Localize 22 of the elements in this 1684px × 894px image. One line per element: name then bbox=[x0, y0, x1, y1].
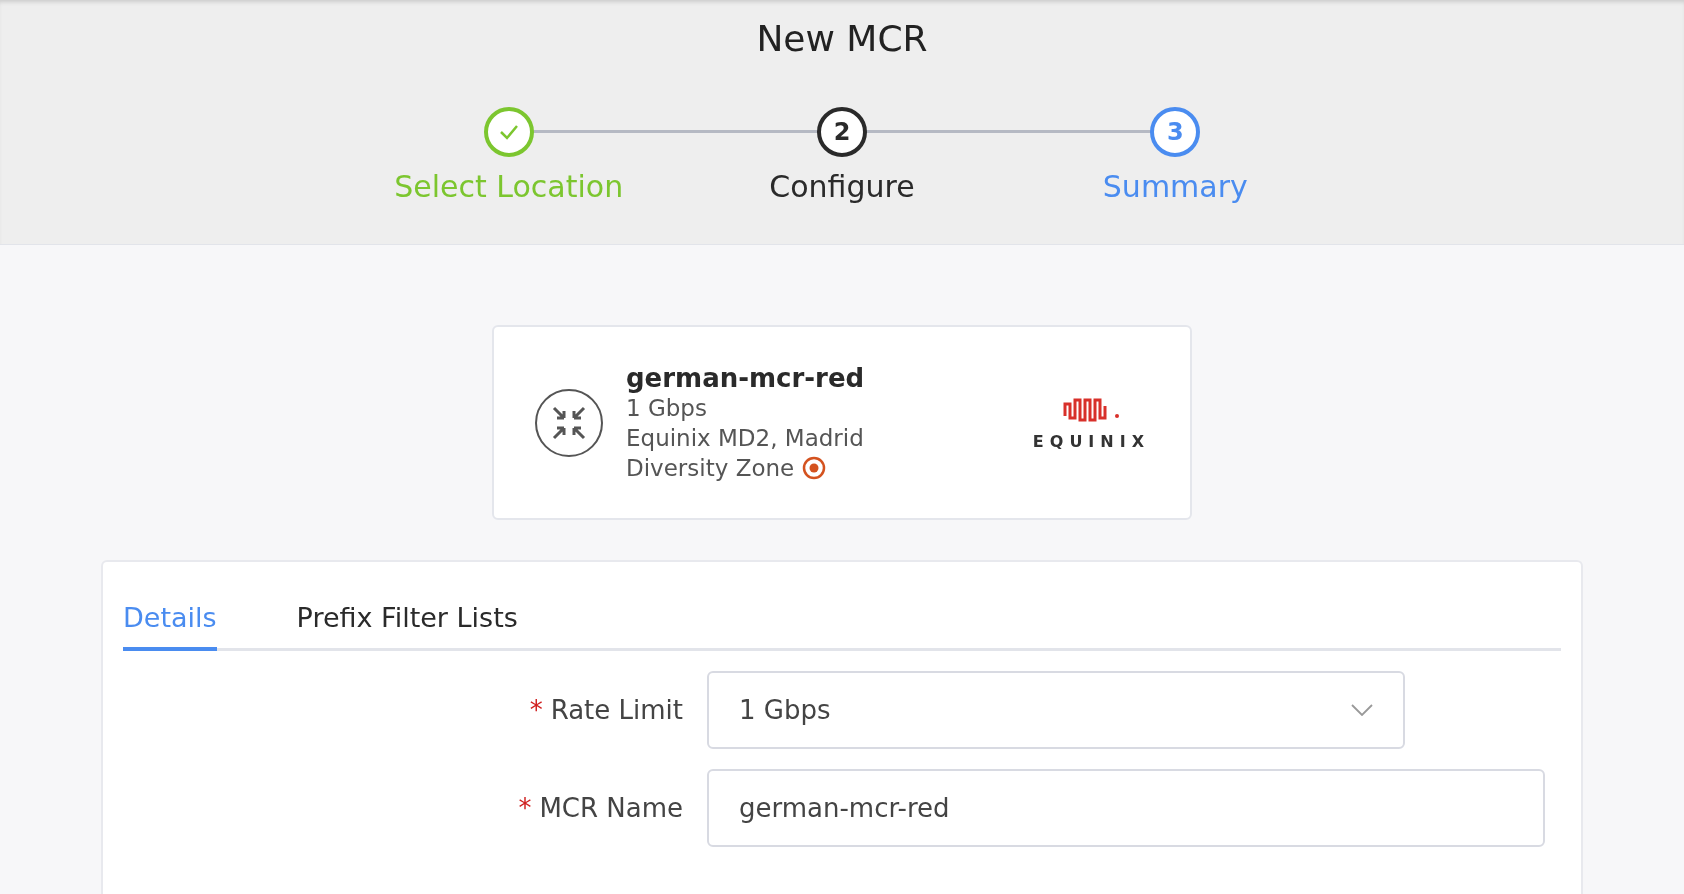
rate-limit-select[interactable]: 1 Gbps bbox=[707, 671, 1405, 749]
required-mark: * bbox=[529, 695, 543, 725]
step-number: 2 bbox=[817, 107, 867, 157]
port-speed: 1 Gbps bbox=[626, 393, 708, 423]
step-check-icon bbox=[483, 107, 534, 157]
field-label: Rate Limit bbox=[550, 695, 683, 725]
tab[interactable]: Prefix Filter Lists bbox=[296, 602, 518, 651]
diversity-zone-label: Diversity Zone bbox=[626, 453, 795, 483]
field-label: MCR Name bbox=[539, 793, 683, 823]
step-label: Configure bbox=[769, 169, 915, 204]
port-name: german-mcr-red bbox=[626, 362, 866, 393]
chevron-down-icon bbox=[1351, 704, 1373, 716]
step-number: 3 bbox=[1150, 107, 1201, 157]
page-title: New MCR bbox=[756, 18, 928, 59]
required-mark: * bbox=[518, 793, 532, 823]
name-input-field[interactable]: german-mcr-red bbox=[707, 769, 1545, 847]
step-label: Select Location bbox=[394, 169, 624, 204]
select-value: 1 Gbps bbox=[739, 695, 831, 725]
step-label: Summary bbox=[1102, 169, 1248, 204]
logo-text: EQUINIX bbox=[1032, 432, 1150, 451]
port-location: Equinix MD2, Madrid bbox=[626, 423, 865, 453]
arrows-inward-icon bbox=[534, 387, 604, 458]
